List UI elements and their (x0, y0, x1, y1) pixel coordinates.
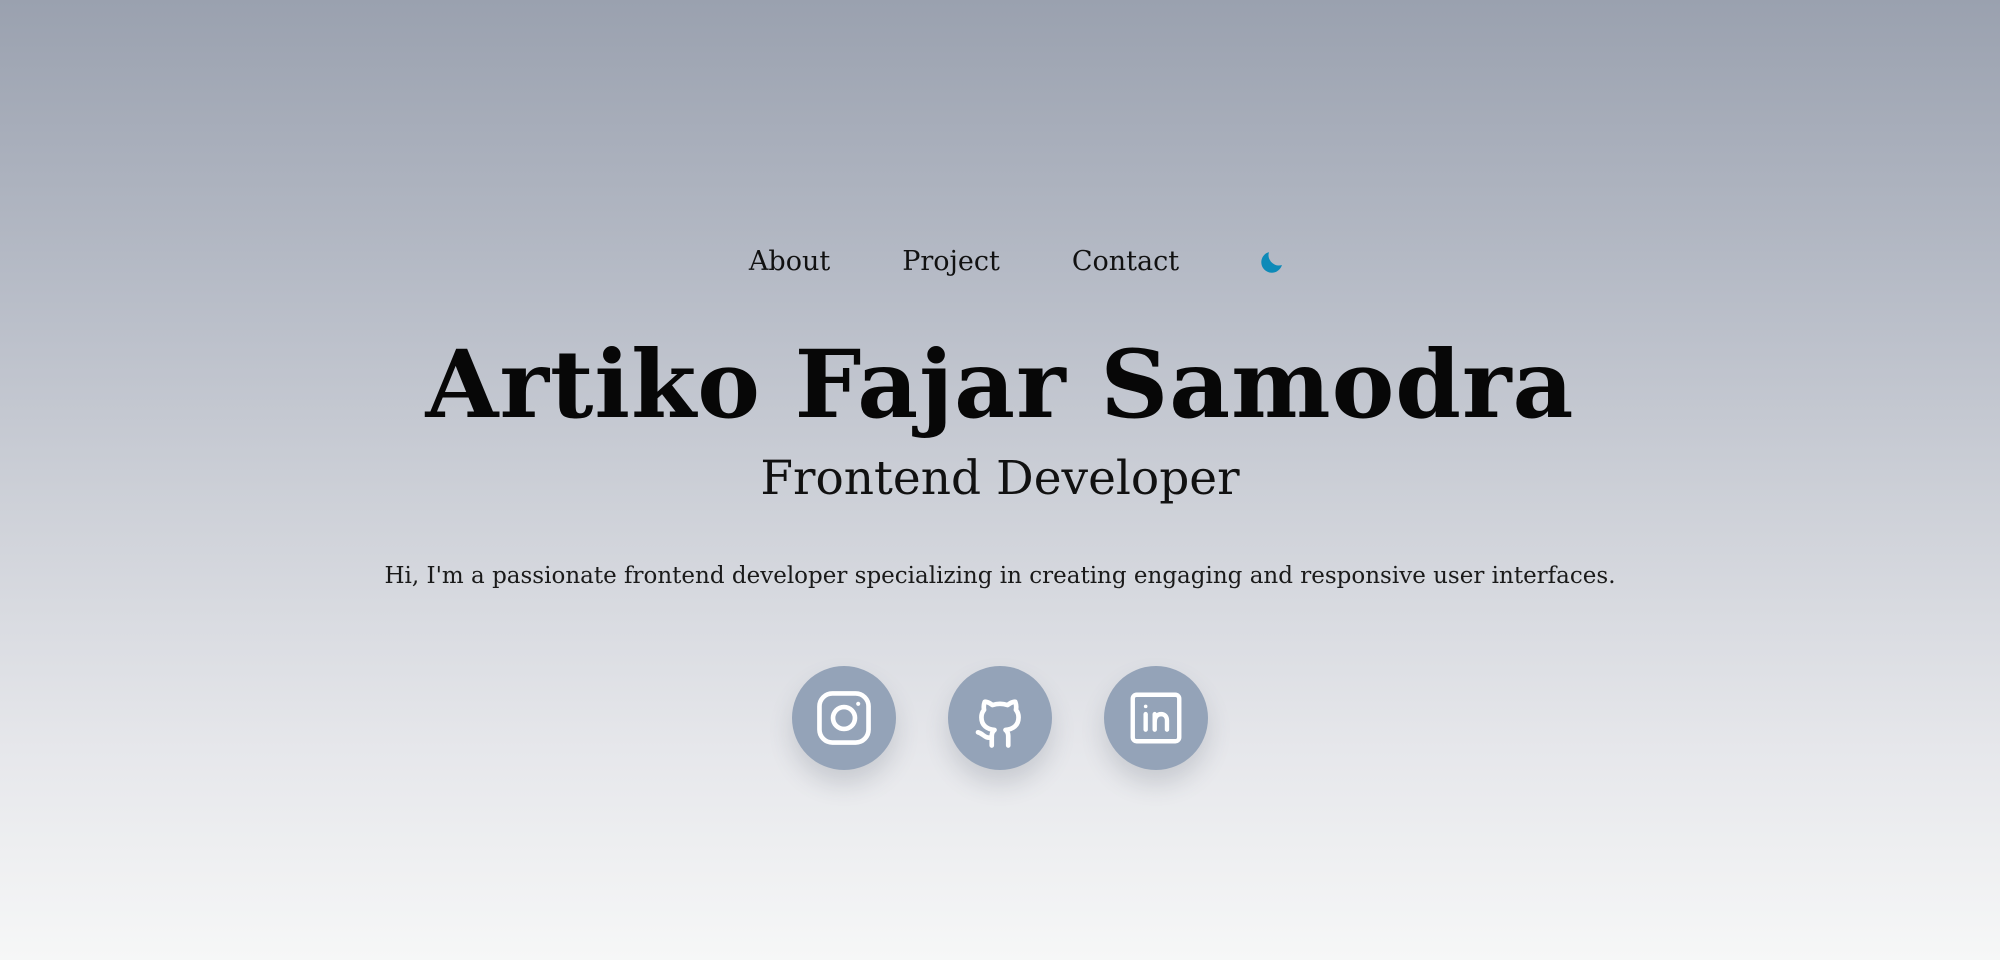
social-links (0, 666, 2000, 770)
hero-role: Frontend Developer (760, 451, 1240, 506)
linkedin-icon (1130, 692, 1182, 744)
main-nav: About Project Contact (0, 240, 2000, 284)
moon-icon (1261, 252, 1282, 273)
nav-link-about[interactable]: About (749, 240, 830, 284)
linkedin-button[interactable] (1104, 666, 1208, 770)
github-button[interactable] (948, 666, 1052, 770)
nav-link-project[interactable]: Project (902, 240, 1000, 284)
theme-toggle-button[interactable] (1257, 247, 1287, 277)
instagram-icon (817, 691, 871, 745)
nav-link-contact[interactable]: Contact (1072, 240, 1179, 284)
hero-bio: Hi, I'm a passionate frontend developer … (384, 563, 1616, 589)
github-icon (975, 699, 1021, 748)
instagram-button[interactable] (792, 666, 896, 770)
hero-name: Artiko Fajar Samodra (425, 330, 1575, 440)
